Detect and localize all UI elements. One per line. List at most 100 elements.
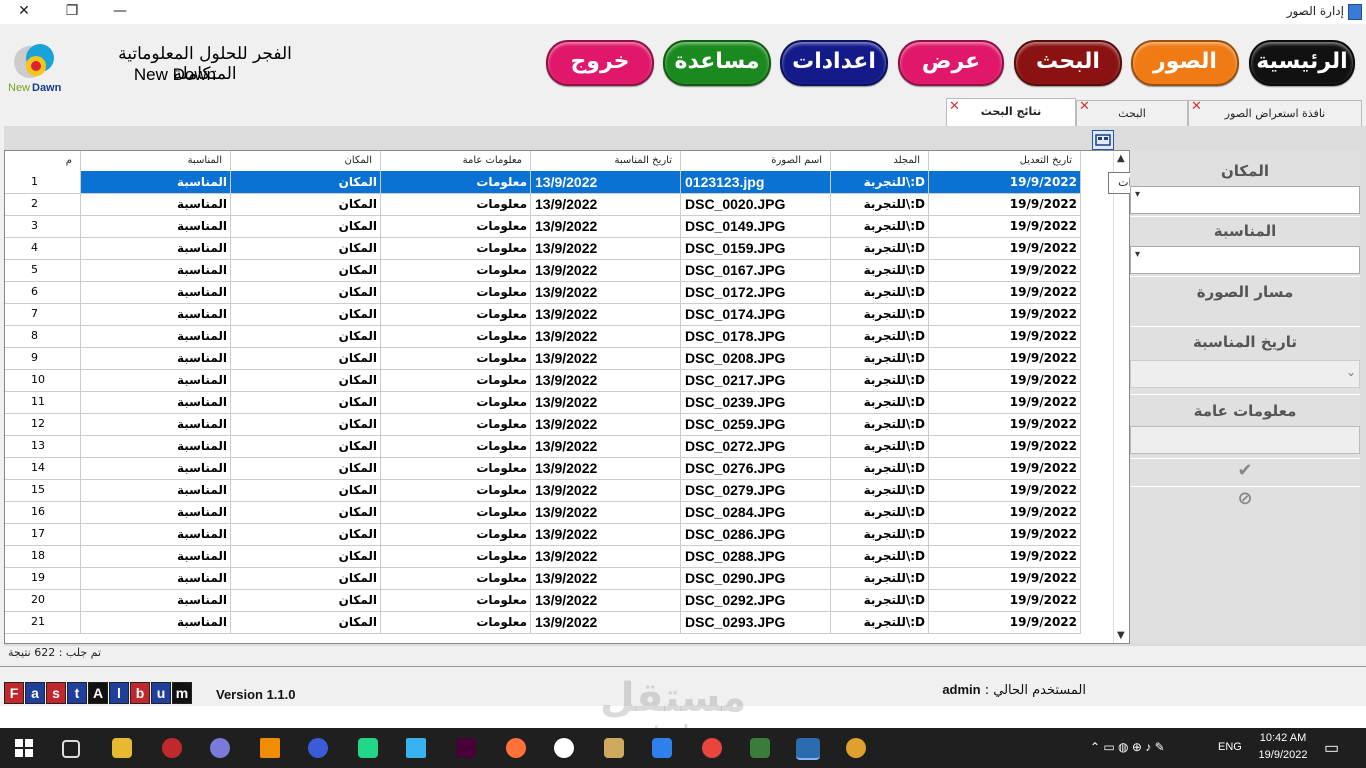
cell-folder: D:\للتجربة <box>831 325 929 347</box>
firefox-icon[interactable] <box>506 738 526 758</box>
app-icon[interactable] <box>210 738 230 758</box>
table-row[interactable]: 6 المناسبة المكان معلومات 13/9/2022 DSC_0172.… <box>5 281 1081 304</box>
file-explorer-icon[interactable] <box>112 738 132 758</box>
table-row[interactable]: 5 المناسبة المكان معلومات 13/9/2022 DSC_0167.… <box>5 259 1081 282</box>
table-row[interactable]: 21 المناسبة المكان معلومات 13/9/2022 DSC_0293… <box>5 611 1081 634</box>
vscode-icon[interactable] <box>652 738 672 758</box>
cancel-icon[interactable]: ⊘ <box>1130 488 1360 509</box>
title-bar: ✕ ❐ — إدارة الصور <box>0 0 1366 24</box>
cell-occasion: المناسبة <box>81 589 231 611</box>
table-row[interactable]: 20 المناسبة المكان معلومات 13/9/2022 DSC_0292… <box>5 589 1081 612</box>
table-row[interactable]: 13 المناسبة المكان معلومات 13/9/2022 DSC_0272… <box>5 435 1081 458</box>
place-label: المكان <box>1221 162 1269 180</box>
table-row[interactable]: 12 المناسبة المكان معلومات 13/9/2022 DSC_0259… <box>5 413 1081 436</box>
nav-photos-button[interactable]: الصور <box>1131 40 1239 86</box>
table-row[interactable]: 14 المناسبة المكان معلومات 13/9/2022 DSC_0276… <box>5 457 1081 480</box>
task-view-icon[interactable] <box>62 740 80 758</box>
table-row[interactable]: 7 المناسبة المكان معلومات 13/9/2022 DSC_0174.… <box>5 303 1081 326</box>
close-tab-icon[interactable]: ✕ <box>1191 94 1202 120</box>
nav-home-button[interactable]: الرئيسية <box>1249 40 1355 86</box>
scroll-down-icon[interactable]: ▼ <box>1117 630 1125 641</box>
tray-icons[interactable]: ⌃ ▭ ◍ ⊕ ♪ ✎ <box>1090 740 1165 754</box>
app-icon[interactable] <box>554 738 574 758</box>
fastalbum-logo: FastAlbum <box>4 682 193 704</box>
cell-occasion: المناسبة <box>81 391 231 413</box>
column-header[interactable]: تاريخ التعديل <box>929 151 1081 171</box>
table-row[interactable]: 2 المناسبة المكان معلومات 13/9/2022 DSC_0020.… <box>5 193 1081 216</box>
divider <box>1130 394 1360 395</box>
general-info-field[interactable] <box>1130 426 1360 454</box>
app-icon[interactable] <box>308 738 328 758</box>
tab-search[interactable]: ✕ البحث <box>1076 99 1188 127</box>
place-select[interactable]: ▾ <box>1130 186 1360 214</box>
vertical-scrollbar[interactable]: ▲ ▼ <box>1113 151 1129 643</box>
column-header[interactable]: المجلد <box>831 151 929 171</box>
chevron-down-icon: ▾ <box>1135 249 1141 260</box>
restore-icon[interactable]: ❐ <box>50 0 94 24</box>
table-row[interactable]: 4 المناسبة المكان معلومات 13/9/2022 DSC_0159.… <box>5 237 1081 260</box>
nav-settings-button[interactable]: اعدادات <box>780 40 888 86</box>
cell-modified: 19/9/2022 <box>929 259 1081 281</box>
start-icon[interactable] <box>14 738 34 758</box>
table-row[interactable]: 9 المناسبة المكان معلومات 13/9/2022 DSC_0208.… <box>5 347 1081 370</box>
vlc-icon[interactable] <box>260 738 280 758</box>
occasion-select[interactable]: ▾ <box>1130 246 1360 274</box>
cell-place: المكان <box>231 589 381 611</box>
tab-search-results[interactable]: ✕ نتائج البحث <box>946 98 1076 127</box>
app-icon[interactable] <box>406 738 426 758</box>
cell-info: معلومات <box>381 347 531 369</box>
table-row[interactable]: 16 المناسبة المكان معلومات 13/9/2022 DSC_0284… <box>5 501 1081 524</box>
cell-n: 13 <box>5 435 81 457</box>
table-row[interactable]: ▸1المناسبةالمكانمعلومات13/9/20220123123.… <box>5 171 1081 194</box>
cell-place: المكان <box>231 567 381 589</box>
image-manager-icon[interactable] <box>796 738 820 760</box>
nav-view-button[interactable]: عرض <box>898 40 1004 86</box>
column-header[interactable]: المكان <box>231 151 381 171</box>
notification-icon[interactable]: ▭ <box>1324 738 1339 758</box>
cell-date: 13/9/2022 <box>531 413 681 435</box>
thumbnail-view-button[interactable] <box>1092 130 1114 150</box>
nav-search-button[interactable]: البحث <box>1014 40 1122 86</box>
column-header[interactable]: المناسبة <box>81 151 231 171</box>
column-header[interactable]: معلومات عامة <box>381 151 531 171</box>
column-header[interactable]: م <box>5 151 81 171</box>
cell-info: معلومات <box>381 391 531 413</box>
cell-info: معلومات <box>381 457 531 479</box>
table-row[interactable]: 3 المناسبة المكان معلومات 13/9/2022 DSC_0149.… <box>5 215 1081 238</box>
clock-time[interactable]: 10:42 AM <box>1256 732 1310 744</box>
close-icon[interactable]: ✕ <box>2 0 46 24</box>
pycharm-icon[interactable] <box>358 738 378 758</box>
confirm-icon[interactable]: ✔ <box>1130 460 1360 481</box>
column-header[interactable]: اسم الصورة <box>681 151 831 171</box>
table-row[interactable]: 10 المناسبة المكان معلومات 13/9/2022 DSC_0217… <box>5 369 1081 392</box>
antivirus-icon[interactable] <box>162 738 182 758</box>
clock-date[interactable]: 19/9/2022 <box>1256 749 1310 761</box>
cell-file: DSC_0288.JPG <box>681 545 831 567</box>
filter-panel: المكان ▾ المناسبة ▾ مسار الصورة تاريخ ال… <box>1130 150 1360 642</box>
calendar-icon[interactable] <box>604 738 624 758</box>
table-row[interactable]: 18 المناسبة المكان معلومات 13/9/2022 DSC_0288… <box>5 545 1081 568</box>
occasion-date-picker[interactable]: ⌄ <box>1130 360 1360 388</box>
table-row[interactable]: 15 المناسبة المكان معلومات 13/9/2022 DSC_0279… <box>5 479 1081 502</box>
table-row[interactable]: 17 المناسبة المكان معلومات 13/9/2022 DSC_0286… <box>5 523 1081 546</box>
language-indicator[interactable]: ENG <box>1218 741 1242 753</box>
minimize-icon[interactable]: — <box>98 0 142 24</box>
tab-photo-viewer[interactable]: ✕ نافذة استعراض الصور <box>1188 99 1362 127</box>
nav-help-button[interactable]: مساعدة <box>663 40 771 86</box>
table-row[interactable]: 19 المناسبة المكان معلومات 13/9/2022 DSC_0290… <box>5 567 1081 590</box>
table-row[interactable]: 11 المناسبة المكان معلومات 13/9/2022 DSC_0239… <box>5 391 1081 414</box>
chrome-icon[interactable] <box>702 738 722 758</box>
adobe-xd-icon[interactable] <box>456 738 476 758</box>
close-tab-icon[interactable]: ✕ <box>1079 94 1090 120</box>
cell-date: 13/9/2022 <box>531 281 681 303</box>
paint-icon[interactable] <box>846 738 866 758</box>
column-header[interactable]: تاريخ المناسبة <box>531 151 681 171</box>
table-row[interactable]: 8 المناسبة المكان معلومات 13/9/2022 DSC_0178.… <box>5 325 1081 348</box>
occasion-label: المناسبة <box>1213 222 1277 240</box>
cell-file: DSC_0286.JPG <box>681 523 831 545</box>
nav-exit-button[interactable]: خروج <box>546 40 654 86</box>
scroll-up-icon[interactable]: ▲ <box>1117 153 1125 164</box>
cell-date: 13/9/2022 <box>531 391 681 413</box>
close-tab-icon[interactable]: ✕ <box>949 94 960 120</box>
app-icon[interactable] <box>750 738 770 758</box>
